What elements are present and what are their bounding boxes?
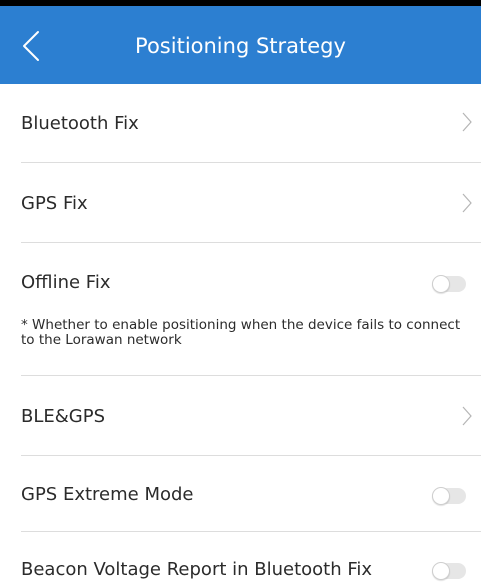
ble-gps-label: BLE&GPS — [21, 406, 106, 427]
ble-gps-row[interactable]: BLE&GPS — [0, 376, 481, 455]
beacon-voltage-report-row: Beacon Voltage Report in Bluetooth Fix — [0, 532, 481, 583]
toggle-knob — [432, 487, 450, 505]
toggle-knob — [432, 275, 450, 293]
beacon-voltage-report-label: Beacon Voltage Report in Bluetooth Fix — [21, 559, 373, 580]
bluetooth-fix-label: Bluetooth Fix — [21, 113, 139, 134]
offline-fix-toggle[interactable] — [432, 275, 466, 293]
gps-extreme-mode-toggle[interactable] — [432, 487, 466, 505]
offline-fix-note: * Whether to enable positioning when the… — [21, 317, 461, 348]
gps-fix-label: GPS Fix — [21, 193, 88, 214]
gps-extreme-mode-row: GPS Extreme Mode — [0, 456, 481, 531]
page-title: Positioning Strategy — [135, 34, 346, 58]
toggle-knob — [432, 562, 450, 580]
gps-fix-row[interactable]: GPS Fix — [0, 163, 481, 242]
gps-extreme-mode-label: GPS Extreme Mode — [21, 484, 194, 505]
chevron-right-icon — [462, 193, 472, 213]
beacon-voltage-report-toggle[interactable] — [432, 562, 466, 580]
chevron-right-icon — [462, 406, 472, 426]
app-header: Positioning Strategy — [0, 6, 481, 84]
chevron-right-icon — [462, 112, 472, 132]
offline-fix-label: Offline Fix — [21, 272, 111, 293]
bluetooth-fix-row[interactable]: Bluetooth Fix — [0, 84, 481, 162]
offline-fix-row: Offline Fix — [0, 243, 481, 375]
